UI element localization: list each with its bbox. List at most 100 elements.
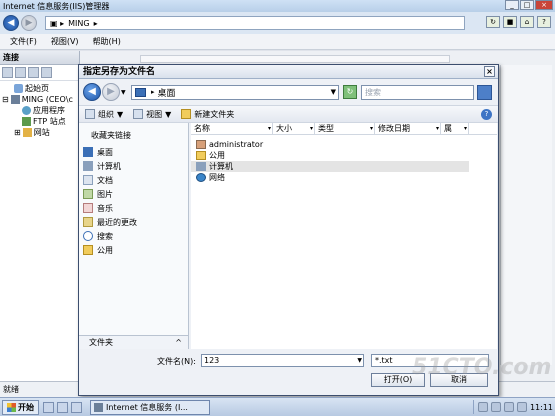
quick-launch-server-icon[interactable] bbox=[43, 401, 54, 413]
connect-icon[interactable] bbox=[2, 67, 13, 78]
file-name: 网络 bbox=[209, 173, 225, 182]
favorite-music[interactable]: 音乐 bbox=[79, 201, 188, 215]
favorite-recent[interactable]: 最近的更改 bbox=[79, 215, 188, 229]
language-icon[interactable] bbox=[477, 402, 488, 412]
clock[interactable]: 11:11 bbox=[530, 403, 553, 412]
location-text: 桌面 bbox=[157, 88, 176, 99]
file-name: administrator bbox=[209, 140, 264, 149]
maximize-button[interactable]: □ bbox=[520, 0, 534, 10]
file-item-network[interactable]: 网络 bbox=[191, 172, 469, 183]
column-type[interactable]: 类型 ▾ bbox=[315, 123, 375, 134]
tree-item-app-pools[interactable]: 应用程序 bbox=[2, 105, 79, 116]
menu-help[interactable]: 帮助(H) bbox=[93, 36, 121, 47]
column-attributes[interactable]: 属 ▾ bbox=[441, 123, 469, 134]
favorite-public[interactable]: 公用 bbox=[79, 243, 188, 257]
task-label: Internet 信息服务 (I... bbox=[106, 402, 188, 412]
iis-forward-button[interactable]: ▶ bbox=[21, 15, 37, 31]
chevron-down-icon: ▼ bbox=[117, 109, 124, 119]
folders-label: 文件夹 bbox=[89, 338, 113, 347]
help-icon[interactable]: ? bbox=[481, 109, 492, 120]
favorite-desktop[interactable]: 桌面 bbox=[79, 145, 188, 159]
tree-item-ftp-sites[interactable]: FTP 站点 bbox=[2, 116, 79, 127]
network-icon[interactable] bbox=[503, 402, 514, 412]
windows-logo-icon bbox=[7, 402, 16, 412]
tree-item-start-page[interactable]: 起始页 bbox=[2, 83, 79, 94]
search-input[interactable]: 搜索 bbox=[361, 84, 474, 100]
iis-address-field[interactable]: ▣ ▸ MING ▸ bbox=[45, 16, 465, 30]
home-icon[interactable]: ⌂ bbox=[520, 16, 534, 28]
ftp-icon bbox=[22, 117, 31, 126]
quick-launch-ie-icon[interactable] bbox=[71, 401, 82, 413]
file-item-computer[interactable]: 计算机 bbox=[191, 161, 469, 172]
taskbar-item-iis[interactable]: Internet 信息服务 (I... bbox=[90, 399, 210, 415]
connect-server-icon[interactable] bbox=[41, 67, 52, 78]
music-icon bbox=[83, 203, 93, 213]
chevron-down-icon[interactable]: ▾ bbox=[464, 123, 467, 135]
iis-address-bar: ◀ ▶ ▣ ▸ MING ▸ ↻ ■ ⌂ ? bbox=[0, 12, 555, 34]
new-folder-button[interactable]: 新建文件夹 bbox=[181, 109, 234, 120]
dialog-toolbar: 组织 ▼ 视图 ▼ 新建文件夹 ? bbox=[79, 105, 498, 123]
column-size[interactable]: 大小 ▾ bbox=[273, 123, 315, 134]
favorite-label: 音乐 bbox=[97, 203, 113, 213]
chevron-down-icon[interactable]: ▾ bbox=[310, 123, 313, 135]
menu-view[interactable]: 视图(V) bbox=[51, 36, 79, 47]
dialog-nav-bar: ◀ ▶ ▼ ▸ 桌面 ▼ ↻ 搜索 bbox=[79, 79, 498, 105]
location-dropdown[interactable]: ▼ bbox=[331, 88, 336, 96]
favorite-computer[interactable]: 计算机 bbox=[79, 159, 188, 173]
chevron-down-icon[interactable]: ▾ bbox=[268, 123, 271, 135]
refresh-icon[interactable]: ↻ bbox=[486, 16, 500, 28]
file-name: 计算机 bbox=[209, 162, 233, 171]
up-icon[interactable] bbox=[28, 67, 39, 78]
back-button[interactable]: ◀ bbox=[83, 83, 101, 101]
column-label: 名称 bbox=[194, 124, 210, 133]
desktop-icon bbox=[135, 87, 146, 97]
help-icon[interactable]: ? bbox=[537, 16, 551, 28]
column-label: 属 bbox=[444, 124, 452, 133]
favorite-label: 公用 bbox=[97, 245, 113, 255]
collapse-icon[interactable]: ⊟ bbox=[2, 95, 9, 104]
refresh-button[interactable]: ↻ bbox=[343, 85, 357, 99]
organize-button[interactable]: 组织 ▼ bbox=[85, 109, 123, 120]
column-modified[interactable]: 修改日期 ▾ bbox=[375, 123, 441, 134]
help-icon[interactable] bbox=[490, 402, 501, 412]
favorite-search[interactable]: 搜索 bbox=[79, 229, 188, 243]
file-item-public[interactable]: 公用 bbox=[191, 150, 469, 161]
tree-item-sites[interactable]: ⊞ 网站 bbox=[2, 127, 79, 138]
desktop-icon bbox=[83, 147, 93, 157]
menu-file[interactable]: 文件(F) bbox=[10, 36, 37, 47]
actions-panel bbox=[500, 65, 552, 365]
column-name[interactable]: 名称 ▾ bbox=[191, 123, 273, 134]
start-button[interactable]: 开始 bbox=[2, 399, 39, 415]
save-icon[interactable] bbox=[15, 67, 26, 78]
start-page-icon bbox=[14, 84, 23, 93]
new-folder-icon bbox=[181, 109, 192, 119]
iis-menu-bar: 文件(F) 视图(V) 帮助(H) bbox=[0, 34, 555, 50]
minimize-button[interactable]: _ bbox=[505, 0, 519, 10]
folders-toggle[interactable]: 文件夹 ^ bbox=[79, 335, 188, 349]
file-item-administrator[interactable]: administrator bbox=[191, 139, 469, 150]
chevron-down-icon[interactable]: ▾ bbox=[436, 123, 439, 135]
favorite-documents[interactable]: 文档 bbox=[79, 173, 188, 187]
close-window-button[interactable]: × bbox=[535, 0, 553, 10]
chevron-down-icon[interactable]: ▾ bbox=[370, 123, 373, 135]
sites-icon bbox=[22, 128, 32, 137]
dialog-body: 收藏夹链接 桌面 计算机 文档 图片 音乐 最近的更改 搜索 公用 文件夹 ^ … bbox=[79, 123, 498, 349]
tree-label: 起始页 bbox=[25, 84, 49, 93]
system-tray: 11:11 bbox=[472, 400, 553, 414]
expand-icon[interactable]: ⊞ bbox=[14, 128, 21, 137]
filename-dropdown[interactable]: ▼ bbox=[357, 355, 362, 366]
forward-button[interactable]: ▶ bbox=[102, 83, 120, 101]
favorite-pictures[interactable]: 图片 bbox=[79, 187, 188, 201]
dialog-close-button[interactable]: × bbox=[484, 66, 495, 77]
volume-icon[interactable] bbox=[516, 402, 527, 412]
views-button[interactable]: 视图 ▼ bbox=[133, 109, 171, 120]
stop-icon[interactable]: ■ bbox=[503, 16, 517, 28]
filename-input[interactable]: 123 ▼ bbox=[201, 354, 364, 367]
tree-item-server[interactable]: ⊟ MING (CEO\c bbox=[2, 94, 79, 105]
quick-launch-console-icon[interactable] bbox=[57, 401, 68, 413]
location-field[interactable]: ▸ 桌面 ▼ bbox=[131, 84, 339, 100]
search-icon[interactable] bbox=[477, 84, 492, 100]
folder-icon bbox=[196, 151, 206, 160]
history-dropdown[interactable]: ▼ bbox=[121, 89, 129, 96]
iis-back-button[interactable]: ◀ bbox=[3, 15, 19, 31]
